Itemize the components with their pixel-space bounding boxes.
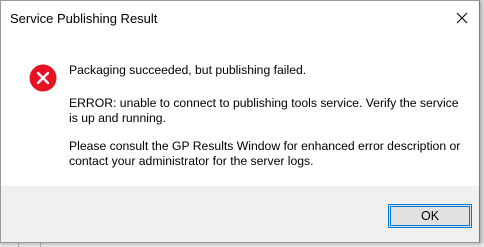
help-message: Please consult the GP Results Window for… xyxy=(69,139,461,168)
close-button[interactable] xyxy=(447,3,477,33)
service-publishing-result-dialog: Service Publishing Result Packaging succ… xyxy=(0,0,480,243)
ok-button[interactable]: OK xyxy=(388,204,472,228)
background-window-edge-bottom xyxy=(0,243,484,247)
background-divider xyxy=(18,243,19,247)
message-area: Packaging succeeded, but publishing fail… xyxy=(1,37,479,186)
error-icon xyxy=(29,64,57,92)
background-window-edge xyxy=(480,0,484,247)
close-icon xyxy=(456,12,468,24)
title-bar[interactable]: Service Publishing Result xyxy=(1,1,479,37)
background-divider xyxy=(40,243,41,247)
ok-button-label: OK xyxy=(420,209,440,223)
dialog-title: Service Publishing Result xyxy=(10,11,158,26)
summary-message: Packaging succeeded, but publishing fail… xyxy=(69,63,307,77)
error-message: ERROR: unable to connect to publishing t… xyxy=(69,96,459,125)
